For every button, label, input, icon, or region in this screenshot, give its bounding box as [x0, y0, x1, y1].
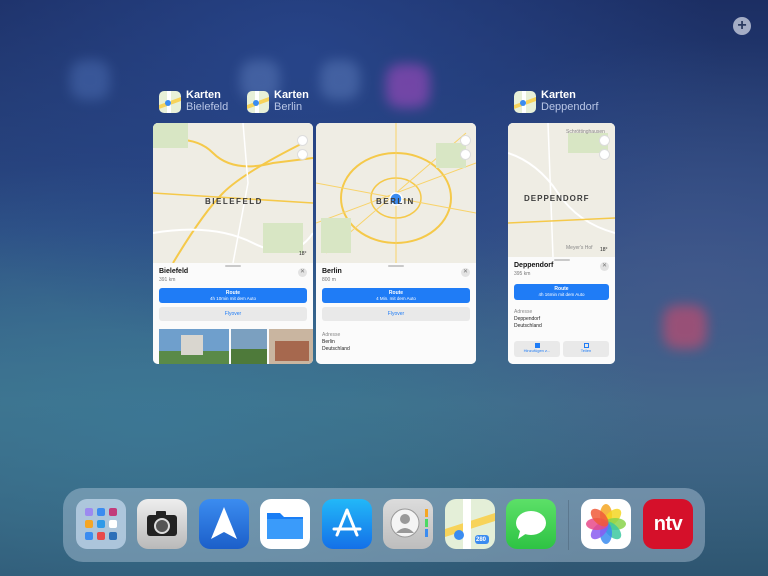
card-app-name: Karten — [274, 89, 309, 101]
address-label: Adresse — [514, 309, 533, 315]
card-app-name: Karten — [186, 89, 221, 101]
place-sheet[interactable]: Deppendorf 395 km ✕ Route 4h 16min mit d… — [508, 257, 615, 364]
route-button[interactable]: Route 4h 10min mit dem Auto — [159, 288, 307, 303]
address-line: Deutschland — [322, 346, 350, 352]
location-arrow-icon[interactable] — [599, 149, 610, 160]
info-button[interactable] — [599, 135, 610, 146]
city-label: BIELEFELD — [205, 197, 263, 206]
maps-app-icon — [514, 90, 536, 113]
maps-icon[interactable]: 280 — [445, 499, 495, 549]
background-blur — [386, 64, 430, 108]
folder-icon[interactable] — [76, 499, 126, 549]
route-shield-badge: 280 — [476, 537, 487, 543]
card-label-bielefeld[interactable]: Karten Bielefeld — [159, 89, 228, 114]
files-icon[interactable] — [260, 499, 310, 549]
sheet-grabber[interactable] — [225, 265, 241, 267]
route-button[interactable]: Route 4 Min. mit dem Auto — [322, 288, 470, 303]
place-title: Berlin — [322, 268, 342, 275]
route-label: Route — [388, 290, 404, 296]
maps-app-icon — [247, 90, 269, 113]
close-icon[interactable]: ✕ — [461, 268, 470, 277]
sheet-grabber[interactable] — [553, 259, 570, 261]
weather-temperature: 18° — [299, 251, 307, 257]
weather-temperature: 18° — [600, 247, 608, 253]
location-arrow-icon[interactable] — [460, 149, 471, 160]
route-time: 4h 16min mit dem Auto — [538, 292, 585, 297]
address-line: Berlin — [322, 339, 335, 345]
place-distance: 395 km — [514, 271, 531, 277]
card-subtitle: Deppendorf — [541, 101, 599, 113]
city-label: DEPPENDORF — [524, 194, 590, 203]
address-line: Deutschland — [514, 323, 542, 329]
place-title: Deppendorf — [514, 262, 554, 269]
card-subtitle: Berlin — [274, 101, 303, 113]
map-roads — [316, 123, 476, 263]
photos-icon[interactable] — [581, 499, 631, 549]
share-button[interactable]: Teilen — [563, 341, 609, 357]
app-card-berlin[interactable]: BERLIN Berlin 800 m ✕ Route 4 Min. mit d… — [316, 123, 476, 364]
place-sheet[interactable]: Berlin 800 m ✕ Route 4 Min. mit dem Auto… — [316, 263, 476, 364]
route-label: Route — [225, 290, 241, 296]
ntv-logo-text: ntv — [653, 513, 683, 535]
background-blur — [663, 305, 707, 349]
location-arrow-icon[interactable] — [297, 149, 308, 160]
route-button[interactable]: Route 4h 16min mit dem Auto — [514, 284, 609, 300]
place-distance: 800 m — [322, 277, 336, 283]
city-label: BERLIN — [376, 197, 415, 206]
map-view[interactable]: Schröttinghausen DEPPENDORF Meyer's Hof … — [508, 123, 615, 257]
place-sheet[interactable]: Bielefeld 391 km ✕ Route 4h 10min mit de… — [153, 263, 313, 364]
app-card-deppendorf[interactable]: Schröttinghausen DEPPENDORF Meyer's Hof … — [508, 123, 615, 364]
app-card-bielefeld[interactable]: BIELEFELD 18° Bielefeld 391 km ✕ Route 4… — [153, 123, 313, 364]
address-label: Adresse — [322, 332, 341, 338]
card-app-name: Karten — [541, 89, 576, 101]
route-label: Route — [554, 286, 569, 292]
share-label: Teilen — [580, 348, 592, 353]
camera-icon[interactable] — [137, 499, 187, 549]
app-store-icon[interactable] — [322, 499, 372, 549]
info-button[interactable] — [460, 135, 471, 146]
map-view[interactable]: BERLIN — [316, 123, 476, 263]
messages-icon[interactable] — [506, 499, 556, 549]
close-icon[interactable]: ✕ — [600, 262, 609, 271]
card-subtitle: Bielefeld — [186, 101, 229, 113]
background-blur — [320, 60, 360, 100]
route-time: 4h 10min mit dem Auto — [209, 296, 257, 301]
address-line: Deppendorf — [514, 316, 541, 322]
background-blur — [70, 60, 110, 100]
map-roads — [153, 123, 313, 263]
add-space-button[interactable]: + — [733, 17, 751, 35]
map-place-label: Meyer's Hof — [566, 245, 593, 251]
flyover-button[interactable]: Flyover — [322, 307, 470, 321]
sheet-grabber[interactable] — [388, 265, 404, 267]
place-title: Bielefeld — [159, 268, 189, 275]
route-time: 4 Min. mit dem Auto — [376, 296, 416, 301]
close-icon[interactable]: ✕ — [298, 268, 307, 277]
place-photos — [159, 329, 313, 364]
flyover-button[interactable]: Flyover — [159, 307, 307, 321]
add-to-label: Hinzufügen z... — [523, 348, 551, 353]
photo-strip[interactable] — [159, 329, 313, 364]
map-place-label: Schröttinghausen — [566, 129, 605, 135]
dock-separator — [568, 500, 569, 550]
maps-app-icon — [159, 90, 181, 113]
ntv-icon[interactable]: ntv — [643, 499, 693, 549]
spark-icon[interactable] — [199, 499, 249, 549]
map-view[interactable]: BIELEFELD 18° — [153, 123, 313, 263]
place-distance: 391 km — [159, 277, 176, 283]
add-to-button[interactable]: Hinzufügen z... — [514, 341, 560, 357]
contacts-icon[interactable] — [383, 499, 433, 549]
info-button[interactable] — [297, 135, 308, 146]
card-label-deppendorf[interactable]: Karten Deppendorf — [514, 89, 599, 114]
card-label-berlin[interactable]: Karten Berlin — [247, 89, 309, 114]
